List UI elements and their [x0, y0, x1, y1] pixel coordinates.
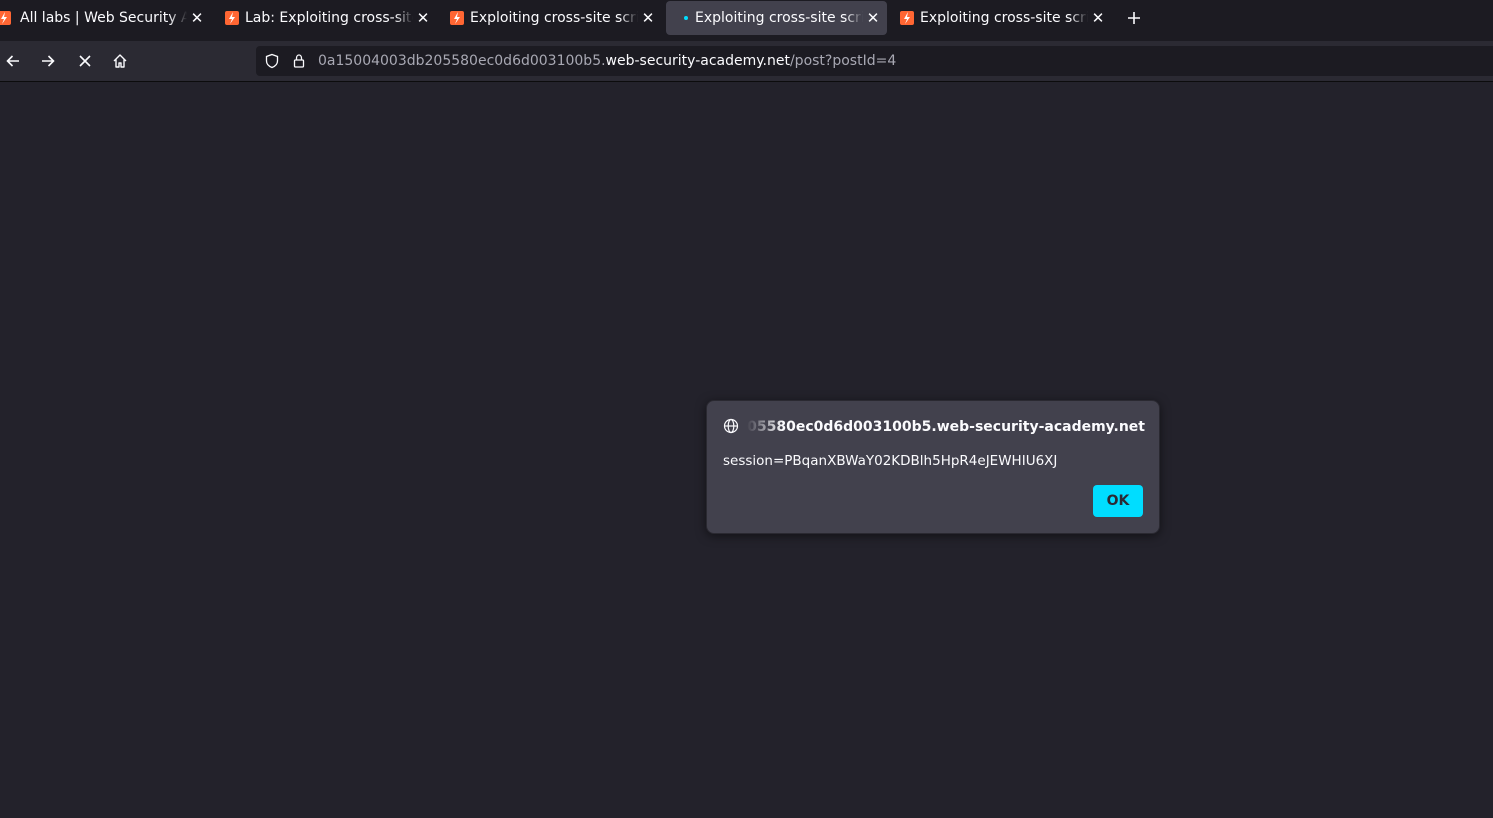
- close-tab-icon[interactable]: ✕: [865, 9, 881, 27]
- stop-loading-button[interactable]: [75, 51, 95, 71]
- dialog-origin-host: 0a15004003db205580ec0d6d003100b5.web-sec…: [747, 419, 1145, 435]
- dialog-origin: 0a15004003db205580ec0d6d003100b5.web-sec…: [723, 416, 1145, 436]
- close-tab-icon[interactable]: ✕: [640, 9, 656, 27]
- arrow-left-icon: [6, 55, 19, 67]
- url-subdomain: 0a15004003db205580ec0d6d003100b5.: [318, 53, 606, 69]
- lock-icon[interactable]: [291, 53, 307, 69]
- url-text[interactable]: 0a15004003db205580ec0d6d003100b5.web-sec…: [318, 53, 896, 69]
- tab-title: All labs | Web Security Academy: [20, 10, 188, 26]
- url-path: /post?postId=4: [789, 53, 897, 69]
- url-host: web-security-academy.net: [605, 53, 790, 69]
- navigation-toolbar: 0a15004003db205580ec0d6d003100b5.web-sec…: [0, 41, 1493, 82]
- new-tab-button[interactable]: [1124, 8, 1144, 28]
- ok-button[interactable]: OK: [1093, 485, 1143, 517]
- close-tab-icon[interactable]: ✕: [415, 9, 431, 27]
- dialog-message: session=PBqanXBWaY02KDBlh5HpR4eJEWHIU6XJ: [723, 453, 1058, 469]
- tab-all-labs[interactable]: All labs | Web Security Academy ✕: [0, 1, 205, 35]
- close-tab-icon[interactable]: ✕: [189, 9, 205, 27]
- close-tab-icon[interactable]: ✕: [1090, 9, 1106, 27]
- address-bar[interactable]: 0a15004003db205580ec0d6d003100b5.web-sec…: [256, 46, 1493, 76]
- loading-icon: [674, 10, 690, 26]
- back-button[interactable]: [3, 51, 23, 71]
- tracking-protection-shield-icon[interactable]: [264, 53, 280, 69]
- tab-exploiting-xss-active[interactable]: Exploiting cross-site scripting to steal…: [666, 1, 887, 35]
- tab-title: Exploiting cross-site scripting to steal…: [695, 10, 863, 26]
- tab-strip: All labs | Web Security Academy ✕ Lab: E…: [0, 0, 1493, 41]
- tab-lab-exploiting-xss[interactable]: Lab: Exploiting cross-site scripting to …: [216, 1, 434, 35]
- plus-icon: [1128, 12, 1140, 24]
- globe-icon: [723, 418, 739, 434]
- portswigger-favicon-icon: [0, 10, 12, 26]
- portswigger-favicon-icon: [224, 10, 240, 26]
- tab-title: Lab: Exploiting cross-site scripting to …: [245, 10, 413, 26]
- portswigger-favicon-icon: [899, 10, 915, 26]
- portswigger-favicon-icon: [449, 10, 465, 26]
- home-button[interactable]: [110, 51, 130, 71]
- close-icon: [79, 55, 91, 67]
- dialog-origin-host-wrap: 0a15004003db205580ec0d6d003100b5.web-sec…: [747, 416, 1145, 436]
- tab-title: Exploiting cross-site scripting to steal…: [920, 10, 1088, 26]
- forward-button[interactable]: [38, 51, 58, 71]
- home-icon: [113, 54, 127, 68]
- tab-exploiting-xss-2[interactable]: Exploiting cross-site scripting to steal…: [891, 1, 1109, 35]
- tab-exploiting-xss-1[interactable]: Exploiting cross-site scripting to steal…: [441, 1, 659, 35]
- tab-title: Exploiting cross-site scripting to steal…: [470, 10, 638, 26]
- arrow-right-icon: [42, 55, 55, 67]
- alert-dialog: 0a15004003db205580ec0d6d003100b5.web-sec…: [706, 400, 1160, 534]
